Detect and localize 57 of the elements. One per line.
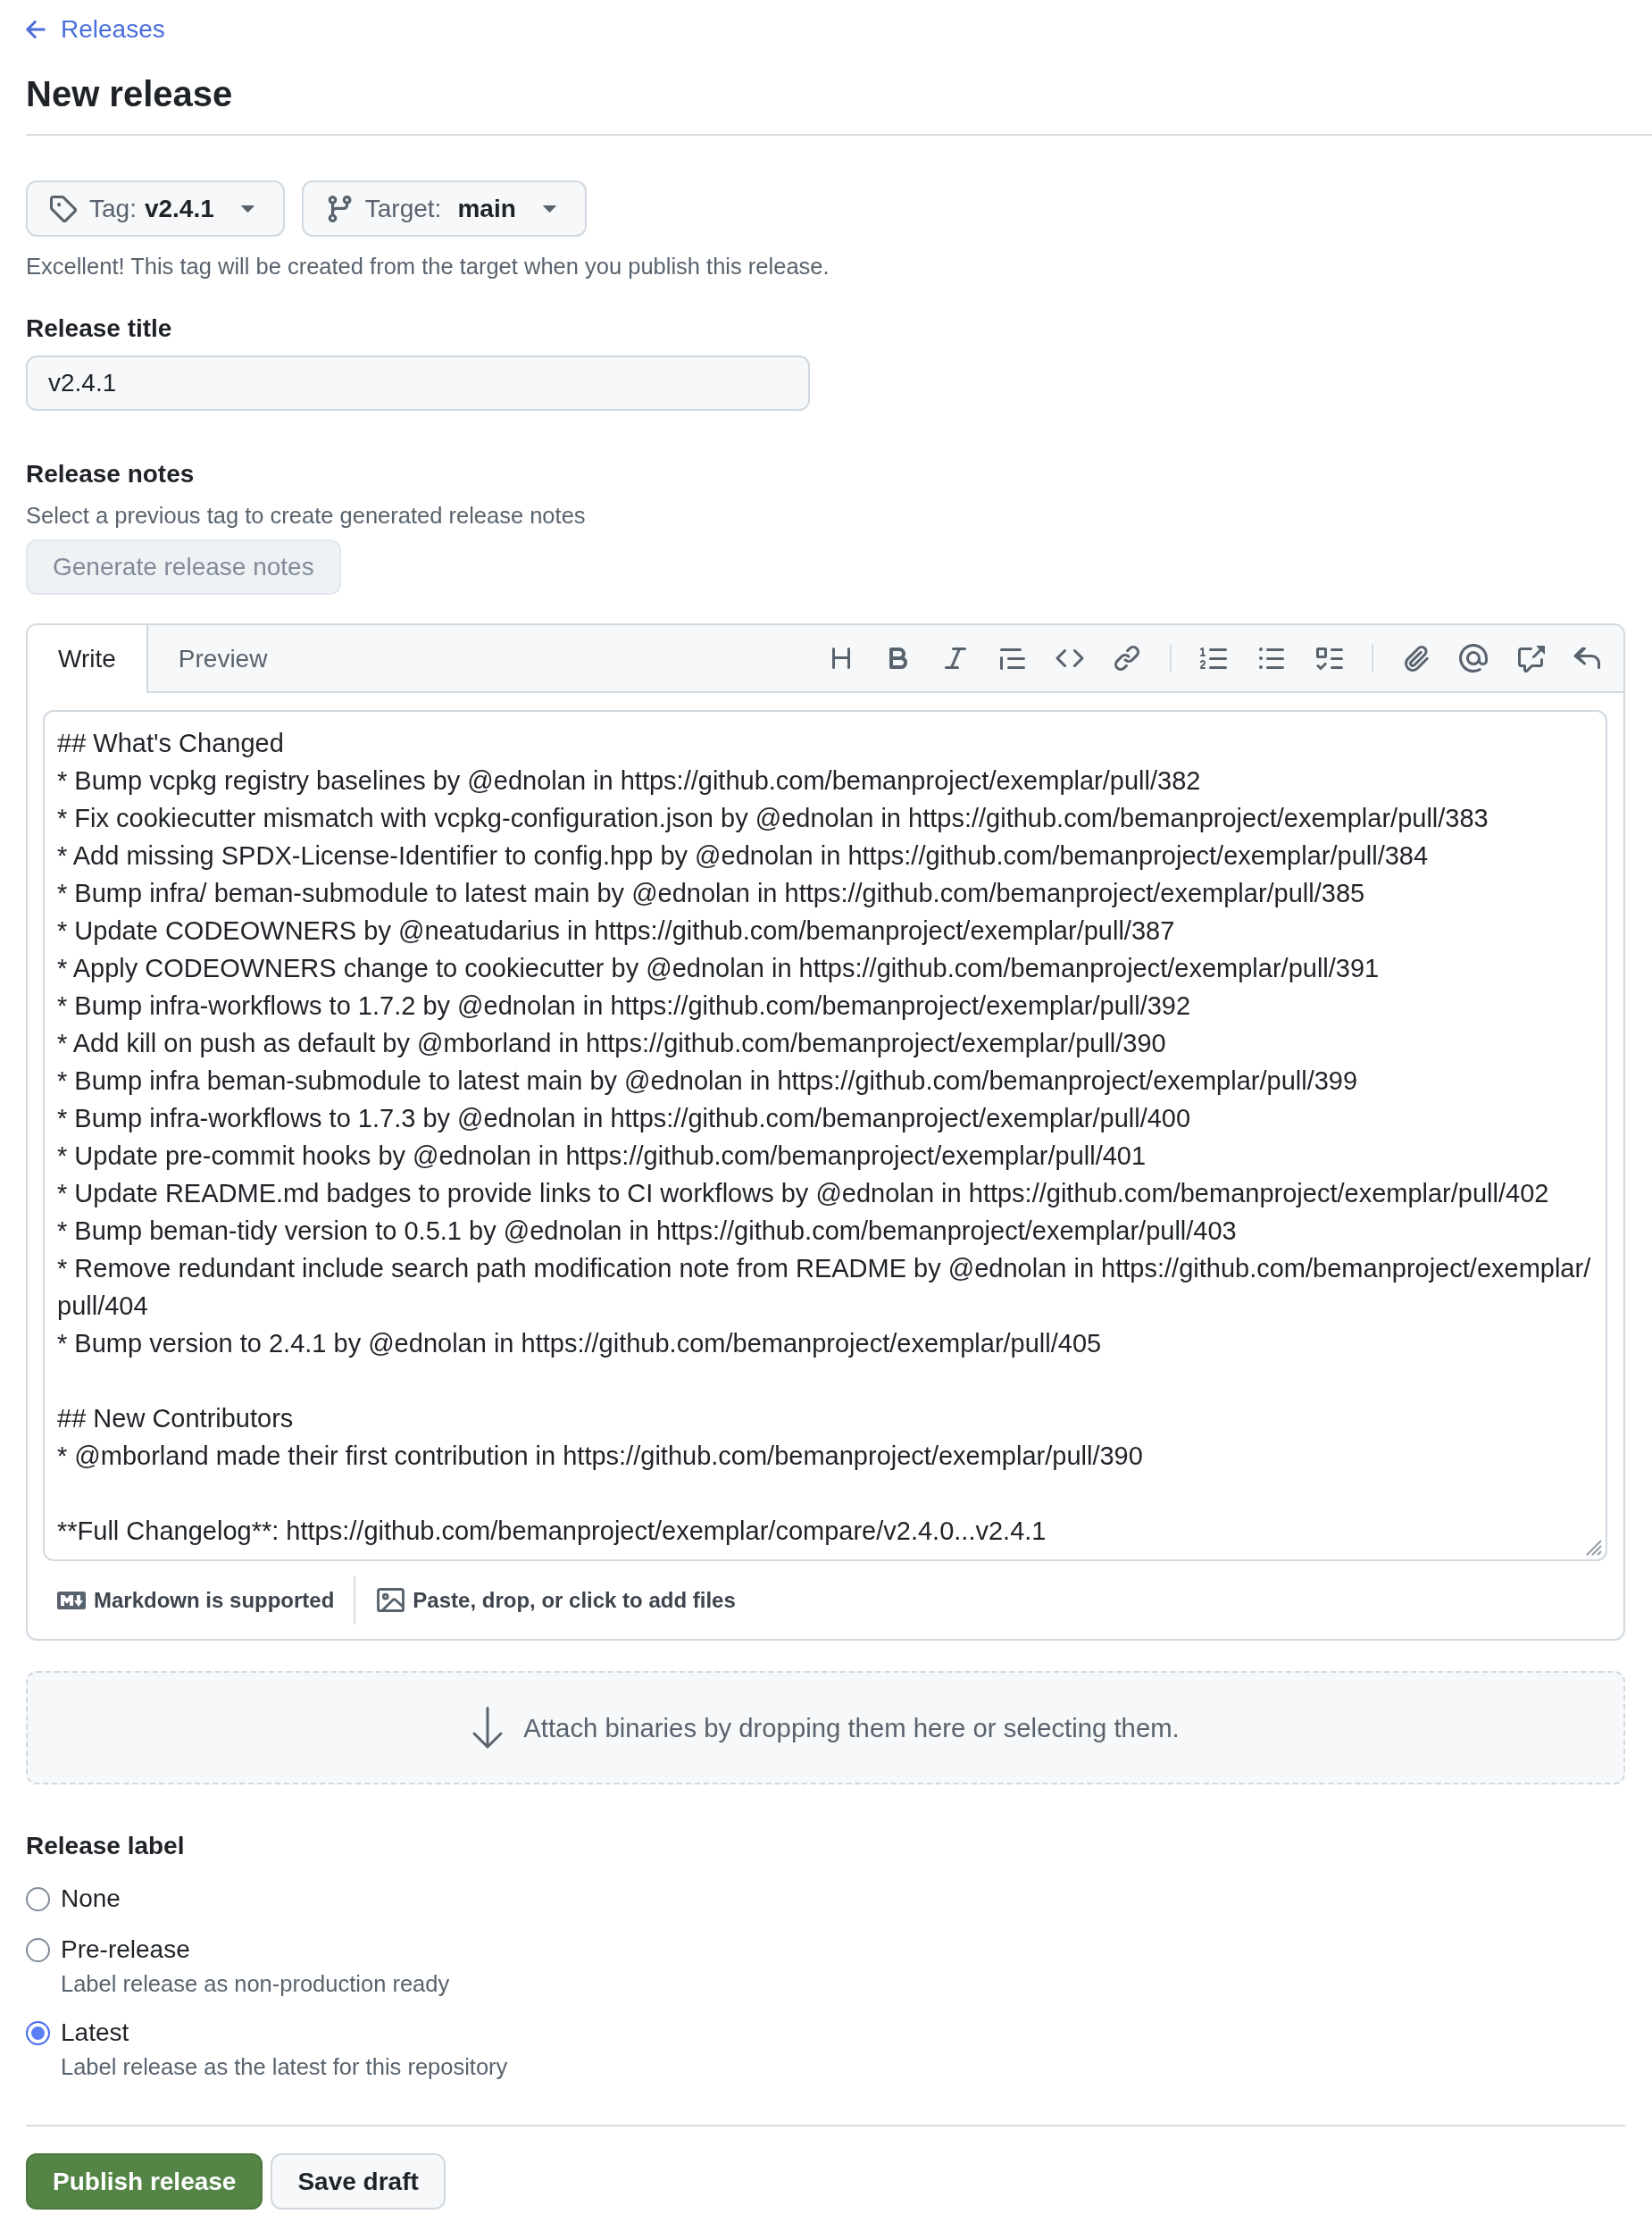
notes-text-line: * Add missing SPDX-License-Identifier to config.hpp by @ednolan in https://github.com/bemanproject/exemplar/pull/384	[57, 840, 1429, 872]
notes-text-line: * Bump infra/ beman-submodule to latest main by @ednolan in https://github.com/bemanproject/exemplar/pull/385	[57, 878, 1365, 909]
release-notes-textarea[interactable]	[43, 710, 1607, 1561]
speech-bubble-arrow-icon[interactable]	[1516, 644, 1545, 673]
notes-text-line: * Add kill on push as default by @mborland in https://github.com/bemanproject/exemplar/pull/390	[57, 1028, 1166, 1059]
notes-text-line: * @mborland made their first contribution in https://github.com/bemanproject/exemplar/pull/390	[57, 1441, 1143, 1472]
paperclip-icon[interactable]	[1402, 644, 1431, 673]
save-draft-button[interactable]: Save draft	[271, 2153, 446, 2210]
target-branch-button[interactable]: Target: main	[301, 180, 587, 237]
notes-text-line: * Bump infra beman-submodule to latest main by @ednolan in https://github.com/bemanproject/exemplar/pull/399	[57, 1065, 1358, 1097]
arrow-left-icon	[26, 21, 46, 38]
caret-down-icon	[240, 205, 254, 213]
arrow-down-icon	[471, 1706, 505, 1750]
caret-down-icon	[542, 205, 556, 213]
drop-zone-text: Attach binaries by dropping them here or selecting them.	[523, 1711, 1180, 1744]
notes-text-line: * Bump version to 2.4.1 by @ednolan in https://github.com/bemanproject/exemplar/pull/405	[57, 1328, 1102, 1359]
radio-button[interactable]	[26, 2020, 50, 2045]
notes-text-line: * Bump infra-workflows to 1.7.3 by @ednolan in https://github.com/bemanproject/exemplar/pull/400	[57, 1103, 1191, 1134]
back-link[interactable]: Releases	[26, 13, 165, 46]
option-label: Latest	[61, 2018, 129, 2048]
notes-text-line: * Bump beman-tidy version to 0.5.1 by @ednolan in https://github.com/bemanproject/exemplar/pull/403	[57, 1216, 1237, 1247]
tag-icon	[50, 195, 77, 222]
field-label: Release title	[26, 313, 173, 344]
markdown-icon	[57, 1591, 86, 1609]
page-title: New release	[26, 73, 234, 115]
editor-tab[interactable]: Preview	[147, 625, 298, 693]
notes-text-line: * Bump infra-workflows to 1.7.2 by @ednolan in https://github.com/bemanproject/exemplar/pull/392	[57, 990, 1191, 1022]
tag-select-button[interactable]: Tag: v2.4.1	[26, 180, 285, 237]
notes-text-line: * Update CODEOWNERS by @neatudarius in https://github.com/bemanproject/exemplar/pull/387	[57, 915, 1175, 947]
notes-text-line: **Full Changelog**: https://github.com/bemanproject/exemplar/compare/v2.4.0...v2.4.1	[57, 1516, 1047, 1547]
add-files-prompt[interactable]: Paste, drop, or click to add files	[377, 1587, 736, 1613]
release-title-input[interactable]: v2.4.1	[26, 355, 810, 411]
option-label: Pre-release	[61, 1934, 190, 1965]
field-label: Release label	[26, 1831, 186, 1861]
notes-text-line: * Update README.md badges to provide links to CI workflows by @ednolan in https://github.com/bemanproject/exemplar/pull/402	[57, 1178, 1549, 1209]
notes-text-line: * Update pre-commit hooks by @ednolan in https://github.com/bemanproject/exemplar/pull/401	[57, 1141, 1147, 1172]
notes-text-line: ## What's Changed	[57, 728, 284, 759]
file-drop-zone[interactable]: Attach binaries by dropping them here or selecting them.	[26, 1671, 1625, 1784]
markdown-help-link[interactable]: Markdown is supported	[57, 1587, 335, 1613]
at-sign-icon[interactable]	[1459, 644, 1488, 673]
field-label: Release notes	[26, 459, 196, 489]
publish-button[interactable]: Publish release	[26, 2153, 263, 2210]
editor-tab[interactable]: Write	[28, 625, 148, 693]
option-label: None	[61, 1884, 121, 1914]
option-description: Label release as the latest for this repository	[61, 2053, 509, 2081]
notes-text-line: * Bump vcpkg registry baselines by @ednolan in https://github.com/bemanproject/exemplar/pull/382	[57, 765, 1201, 797]
link-icon[interactable]	[1113, 644, 1141, 673]
tag-note: Excellent! This tag will be created from the target when you publish this release.	[26, 253, 830, 280]
resize-handle-icon[interactable]	[1586, 1540, 1602, 1556]
option-description: Label release as non-production ready	[61, 1970, 451, 1998]
notes-text-line: * Fix cookiecutter mismatch with vcpkg-configuration.json by @ednolan in https://github.com/bemanproject/exemplar/pull/383	[57, 803, 1489, 834]
radio-button[interactable]	[26, 1937, 50, 1962]
image-icon	[377, 1588, 405, 1612]
notes-text-line: * Apply CODEOWNERS change to cookiecutter by @ednolan in https://github.com/bemanproject/exemplar/pull/391	[57, 953, 1380, 984]
release-notes-hint: Select a previous tag to create generated release notes	[26, 502, 587, 530]
notes-text-line: ## New Contributors	[57, 1403, 294, 1434]
radio-button[interactable]	[26, 1886, 50, 1911]
